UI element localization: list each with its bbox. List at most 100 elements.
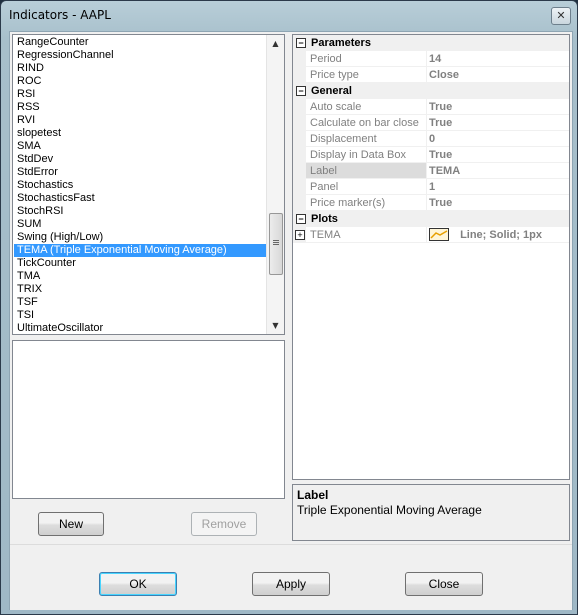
list-item[interactable]: RIND (14, 62, 266, 75)
row-gutter (293, 195, 306, 211)
list-item[interactable]: StdError (14, 166, 266, 179)
property-value[interactable]: TEMA (427, 163, 569, 179)
property-value-plot[interactable]: Line; Solid; 1px (427, 227, 569, 243)
row-gutter (293, 147, 306, 163)
list-item[interactable]: TEMA (Triple Exponential Moving Average) (14, 244, 266, 257)
line-sample-icon (430, 229, 448, 239)
collapse-icon[interactable]: − (296, 86, 306, 96)
property-row-price-markers[interactable]: Price marker(s) True (293, 195, 569, 211)
property-name: Panel (306, 179, 427, 195)
indicator-list: RangeCounter RegressionChannel RIND ROC RSI R… (14, 36, 266, 334)
close-window-button[interactable]: ✕ (551, 7, 571, 25)
dialog-client-area: RangeCounter RegressionChannel RIND ROC RSI R… (9, 31, 573, 610)
list-item[interactable]: StochasticsFast (14, 192, 266, 205)
property-row-auto-scale[interactable]: Auto scale True (293, 99, 569, 115)
list-item[interactable]: slopetest (14, 127, 266, 140)
collapse-icon[interactable]: − (296, 214, 306, 224)
ok-button[interactable]: OK (99, 572, 177, 596)
list-item[interactable]: ROC (14, 75, 266, 88)
list-scrollbar[interactable]: ▲ ▼ (266, 35, 284, 334)
property-name: Display in Data Box (306, 147, 427, 163)
left-pane: RangeCounter RegressionChannel RIND ROC RSI R… (12, 34, 285, 541)
line-style-swatch-icon (429, 227, 449, 241)
list-item[interactable]: RVI (14, 114, 266, 127)
row-gutter (293, 131, 306, 147)
window-title: Indicators - AAPL (9, 8, 111, 22)
row-gutter (293, 67, 306, 83)
row-gutter (293, 51, 306, 67)
list-item[interactable]: TSI (14, 309, 266, 322)
category-parameters[interactable]: − Parameters (293, 35, 569, 51)
property-name: Calculate on bar close (306, 115, 427, 131)
property-name: Price marker(s) (306, 195, 427, 211)
row-gutter: + (293, 227, 306, 243)
list-item[interactable]: UltimateOscillator (14, 322, 266, 334)
list-item[interactable]: TMA (14, 270, 266, 283)
list-item[interactable]: RegressionChannel (14, 49, 266, 62)
apply-button[interactable]: Apply (252, 572, 330, 596)
collapse-icon[interactable]: − (296, 38, 306, 48)
list-item[interactable]: Stochastics (14, 179, 266, 192)
property-name: Auto scale (306, 99, 427, 115)
list-item[interactable]: RSI (14, 88, 266, 101)
row-gutter (293, 163, 306, 179)
list-item[interactable]: RangeCounter (14, 36, 266, 49)
scroll-down-arrow-icon[interactable]: ▼ (267, 317, 284, 334)
row-gutter (293, 99, 306, 115)
indicator-listbox[interactable]: RangeCounter RegressionChannel RIND ROC RSI R… (12, 34, 285, 335)
property-row-displacement[interactable]: Displacement 0 (293, 131, 569, 147)
property-value[interactable]: Close (427, 67, 569, 83)
new-button[interactable]: New (38, 512, 104, 536)
property-name: Displacement (306, 131, 427, 147)
help-title: Label (297, 488, 329, 502)
help-description: Triple Exponential Moving Average (297, 503, 482, 517)
property-row-period[interactable]: Period 14 (293, 51, 569, 67)
expand-icon[interactable]: + (295, 230, 305, 240)
scroll-up-arrow-icon[interactable]: ▲ (267, 35, 284, 52)
category-plots[interactable]: − Plots (293, 211, 569, 227)
property-value[interactable]: True (427, 115, 569, 131)
category-general[interactable]: − General (293, 83, 569, 99)
property-value[interactable]: True (427, 99, 569, 115)
category-title: Plots (311, 213, 338, 225)
category-title: General (311, 85, 352, 97)
scrollbar-thumb[interactable] (269, 213, 283, 275)
property-row-label[interactable]: Label TEMA (293, 163, 569, 179)
property-grid[interactable]: − Parameters Period 14 Price type Close … (292, 34, 570, 480)
property-value[interactable]: 1 (427, 179, 569, 195)
list-item[interactable]: StdDev (14, 153, 266, 166)
remove-button[interactable]: Remove (191, 512, 257, 536)
property-name: Price type (306, 67, 427, 83)
grip-line (273, 242, 279, 243)
property-value[interactable]: True (427, 195, 569, 211)
property-row-price-type[interactable]: Price type Close (293, 67, 569, 83)
list-item[interactable]: TickCounter (14, 257, 266, 270)
property-row-calculate-on-bar-close[interactable]: Calculate on bar close True (293, 115, 569, 131)
property-value[interactable]: 0 (427, 131, 569, 147)
close-button[interactable]: Close (405, 572, 483, 596)
right-pane: − Parameters Period 14 Price type Close … (292, 34, 570, 541)
property-value[interactable]: 14 (427, 51, 569, 67)
list-item[interactable]: TRIX (14, 283, 266, 296)
property-help-box: Label Triple Exponential Moving Average (292, 484, 570, 541)
list-item[interactable]: Swing (High/Low) (14, 231, 266, 244)
grip-line (273, 244, 279, 245)
row-gutter (293, 179, 306, 195)
property-name: Period (306, 51, 427, 67)
list-item[interactable]: StochRSI (14, 205, 266, 218)
property-name: TEMA (306, 227, 427, 243)
property-value[interactable]: True (427, 147, 569, 163)
property-row-plot-tema[interactable]: + TEMA Line; Solid; 1px (293, 227, 569, 243)
property-row-display-in-data-box[interactable]: Display in Data Box True (293, 147, 569, 163)
list-item[interactable]: SMA (14, 140, 266, 153)
list-item[interactable]: RSS (14, 101, 266, 114)
list-item[interactable]: SUM (14, 218, 266, 231)
property-row-panel[interactable]: Panel 1 (293, 179, 569, 195)
row-gutter (293, 115, 306, 131)
dialog-button-bar: OK Apply Close (10, 544, 572, 610)
applied-indicators-box[interactable] (12, 340, 285, 499)
list-item[interactable]: TSF (14, 296, 266, 309)
plot-style-text: Line; Solid; 1px (460, 229, 542, 241)
title-bar[interactable]: Indicators - AAPL ✕ (1, 1, 577, 31)
property-name: Label (306, 163, 427, 179)
